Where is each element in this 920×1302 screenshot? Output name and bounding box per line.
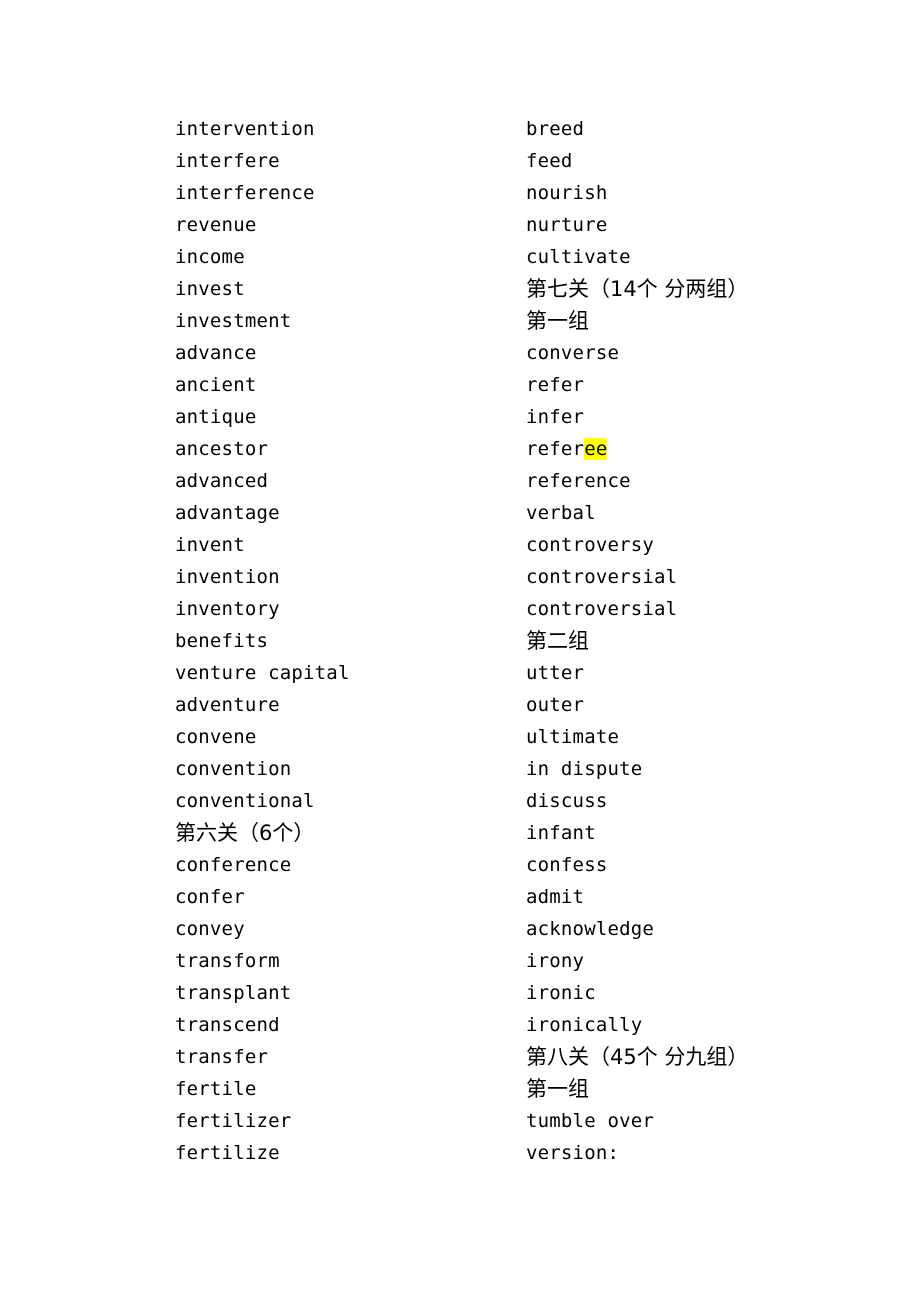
text-highlight: ee: [584, 438, 608, 460]
vocabulary-entry: cultivate: [526, 246, 631, 268]
vocabulary-entry: confer: [175, 886, 245, 908]
vocabulary-entry: controversial: [526, 598, 678, 620]
vocabulary-entry: controversy: [526, 534, 655, 556]
vocabulary-entry: investment: [175, 310, 292, 332]
vocabulary-entry: nurture: [526, 214, 608, 236]
right-column: breed feed nourish nurture cultivate 第七关（14个 …: [351, 113, 920, 1169]
vocabulary-entry: ultimate: [526, 726, 620, 748]
vocabulary-entry: referee: [526, 438, 608, 460]
vocabulary-entry: acknowledge: [526, 918, 655, 940]
vocabulary-entry: antique: [175, 406, 257, 428]
vocabulary-entry: benefits: [175, 630, 269, 652]
vocabulary-entry: ancestor: [175, 438, 269, 460]
vocabulary-entry: reference: [526, 470, 631, 492]
vocabulary-entry: outer: [526, 694, 585, 716]
vocabulary-entry: feed: [526, 150, 573, 172]
vocabulary-entry: convene: [175, 726, 257, 748]
vocabulary-entry: infer: [526, 406, 585, 428]
vocabulary-entry: fertile: [175, 1078, 257, 1100]
vocabulary-entry: transform: [175, 950, 280, 972]
group-heading: 第八关（45个 分九组）: [526, 1045, 749, 1069]
vocabulary-entry: advantage: [175, 502, 280, 524]
vocabulary-entry: invention: [175, 566, 280, 588]
vocabulary-entry: admit: [526, 886, 585, 908]
vocabulary-entry: transcend: [175, 1014, 280, 1036]
group-heading: 第六关（6个）: [175, 821, 315, 845]
vocabulary-entry: tumble over: [526, 1110, 655, 1132]
vocabulary-entry: confess: [526, 854, 608, 876]
vocabulary-entry: advanced: [175, 470, 269, 492]
vocabulary-entry: breed: [526, 118, 585, 140]
group-heading: 第一组: [526, 1077, 589, 1101]
document-page: intervention interfere interference revenue…: [0, 0, 920, 1302]
left-column: intervention interfere interference revenue…: [0, 113, 351, 1169]
vocabulary-entry: ironic: [526, 982, 596, 1004]
vocabulary-entry: inventory: [175, 598, 280, 620]
vocabulary-entry: advance: [175, 342, 257, 364]
vocabulary-entry: version:: [526, 1142, 620, 1164]
group-heading: 第七关（14个 分两组）: [526, 277, 749, 301]
vocabulary-entry: ironically: [526, 1014, 643, 1036]
vocabulary-entry: interfere: [175, 150, 280, 172]
vocabulary-entry: refer: [526, 374, 585, 396]
vocabulary-entry: utter: [526, 662, 585, 684]
vocabulary-entry: revenue: [175, 214, 257, 236]
vocabulary-entry: convey: [175, 918, 245, 940]
vocabulary-entry: verbal: [526, 502, 596, 524]
vocabulary-entry: irony: [526, 950, 585, 972]
vocabulary-entry: fertilize: [175, 1142, 280, 1164]
vocabulary-entry: nourish: [526, 182, 608, 204]
vocabulary-entry: intervention: [175, 118, 315, 140]
vocabulary-entry: ancient: [175, 374, 257, 396]
vocabulary-entry: income: [175, 246, 245, 268]
group-heading: 第二组: [526, 629, 589, 653]
vocabulary-entry: adventure: [175, 694, 280, 716]
vocabulary-entry: fertilizer: [175, 1110, 292, 1132]
vocabulary-entry: conventional: [175, 790, 315, 812]
vocabulary-entry: interference: [175, 182, 315, 204]
vocabulary-entry: invent: [175, 534, 245, 556]
vocabulary-entry: transplant: [175, 982, 292, 1004]
vocabulary-entry: controversial: [526, 566, 678, 588]
vocabulary-entry: converse: [526, 342, 620, 364]
vocabulary-entry: invest: [175, 278, 245, 300]
vocabulary-entry: transfer: [175, 1046, 269, 1068]
vocabulary-entry: infant: [526, 822, 596, 844]
group-heading: 第一组: [526, 309, 589, 333]
vocabulary-entry: convention: [175, 758, 292, 780]
vocabulary-entry: venture capital: [175, 662, 350, 684]
vocabulary-entry: conference: [175, 854, 292, 876]
vocabulary-entry: discuss: [526, 790, 608, 812]
vocabulary-entry: in dispute: [526, 758, 643, 780]
two-column-word-list: intervention interfere interference revenue…: [0, 113, 920, 1169]
